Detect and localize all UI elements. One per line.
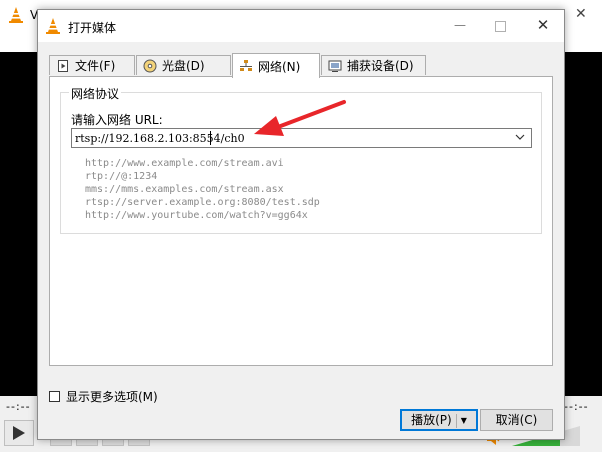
disc-icon bbox=[143, 59, 157, 73]
total-time: --:-- bbox=[564, 400, 589, 413]
text-caret bbox=[210, 131, 211, 145]
play-button-label: 播放(P) bbox=[411, 413, 452, 427]
elapsed-time: --:-- bbox=[6, 400, 31, 413]
chevron-down-icon[interactable] bbox=[515, 134, 525, 140]
network-protocol-group: 网络协议 请输入网络 URL: http://www.example.com/s… bbox=[60, 85, 542, 234]
tab-capture-device-label: 捕获设备(D) bbox=[347, 59, 414, 73]
dialog-title: 打开媒体 bbox=[68, 21, 117, 35]
example-url: rtp://@:1234 bbox=[85, 171, 158, 182]
tab-network-label: 网络(N) bbox=[258, 59, 301, 74]
dropdown-arrow-icon[interactable]: ▼ bbox=[461, 411, 467, 431]
main-play-button[interactable] bbox=[4, 420, 34, 446]
tab-disc-label: 光盘(D) bbox=[162, 59, 205, 73]
url-input[interactable] bbox=[75, 130, 510, 146]
file-icon bbox=[56, 59, 70, 73]
close-button[interactable]: ✕ bbox=[528, 14, 558, 38]
tab-capture-device[interactable]: 捕获设备(D) bbox=[321, 55, 426, 75]
tab-network[interactable]: 网络(N) bbox=[232, 53, 320, 78]
show-more-options-checkbox[interactable] bbox=[49, 390, 60, 402]
url-examples: http://www.example.com/stream.avi rtp://… bbox=[85, 157, 320, 222]
maximize-icon bbox=[495, 21, 506, 32]
example-url: rtsp://server.example.org:8080/test.sdp bbox=[85, 197, 320, 208]
url-combobox[interactable] bbox=[71, 128, 532, 148]
play-icon bbox=[13, 426, 25, 440]
example-url: mms://mms.examples.com/stream.asx bbox=[85, 184, 284, 195]
group-title: 网络协议 bbox=[69, 85, 122, 102]
tab-file[interactable]: 文件(F) bbox=[49, 55, 135, 75]
menu-media[interactable]: 媒体 bbox=[8, 64, 32, 81]
vlc-cone-icon bbox=[46, 18, 60, 34]
cancel-button[interactable]: 取消(C) bbox=[480, 409, 553, 431]
tab-bar: 文件(F) 光盘(D) 网络(N) 捕获设备(D) bbox=[49, 53, 553, 78]
capture-device-icon bbox=[328, 59, 342, 73]
main-close-icon[interactable]: ✕ bbox=[575, 6, 587, 22]
maximize-button[interactable] bbox=[485, 14, 515, 38]
tab-disc[interactable]: 光盘(D) bbox=[136, 55, 231, 75]
tab-file-label: 文件(F) bbox=[75, 59, 116, 73]
network-tab-panel: 网络协议 请输入网络 URL: http://www.example.com/s… bbox=[49, 76, 553, 366]
example-url: http://www.yourtube.com/watch?v=gg64x bbox=[85, 210, 308, 221]
minimize-button[interactable]: — bbox=[445, 14, 475, 38]
show-more-options[interactable]: 显示更多选项(M) bbox=[49, 388, 158, 404]
url-label: 请输入网络 URL: bbox=[71, 113, 163, 127]
show-more-options-label: 显示更多选项(M) bbox=[66, 389, 158, 404]
dialog-titlebar: 打开媒体 — ✕ bbox=[38, 10, 564, 42]
network-icon bbox=[239, 59, 253, 73]
open-media-dialog: 打开媒体 — ✕ 文件(F) 光盘(D) 网络(N) 捕获设备(D) 网络协议 … bbox=[37, 9, 565, 440]
vlc-cone-icon bbox=[9, 7, 23, 23]
example-url: http://www.example.com/stream.avi bbox=[85, 158, 284, 169]
play-button[interactable]: 播放(P) ▼ bbox=[400, 409, 478, 431]
